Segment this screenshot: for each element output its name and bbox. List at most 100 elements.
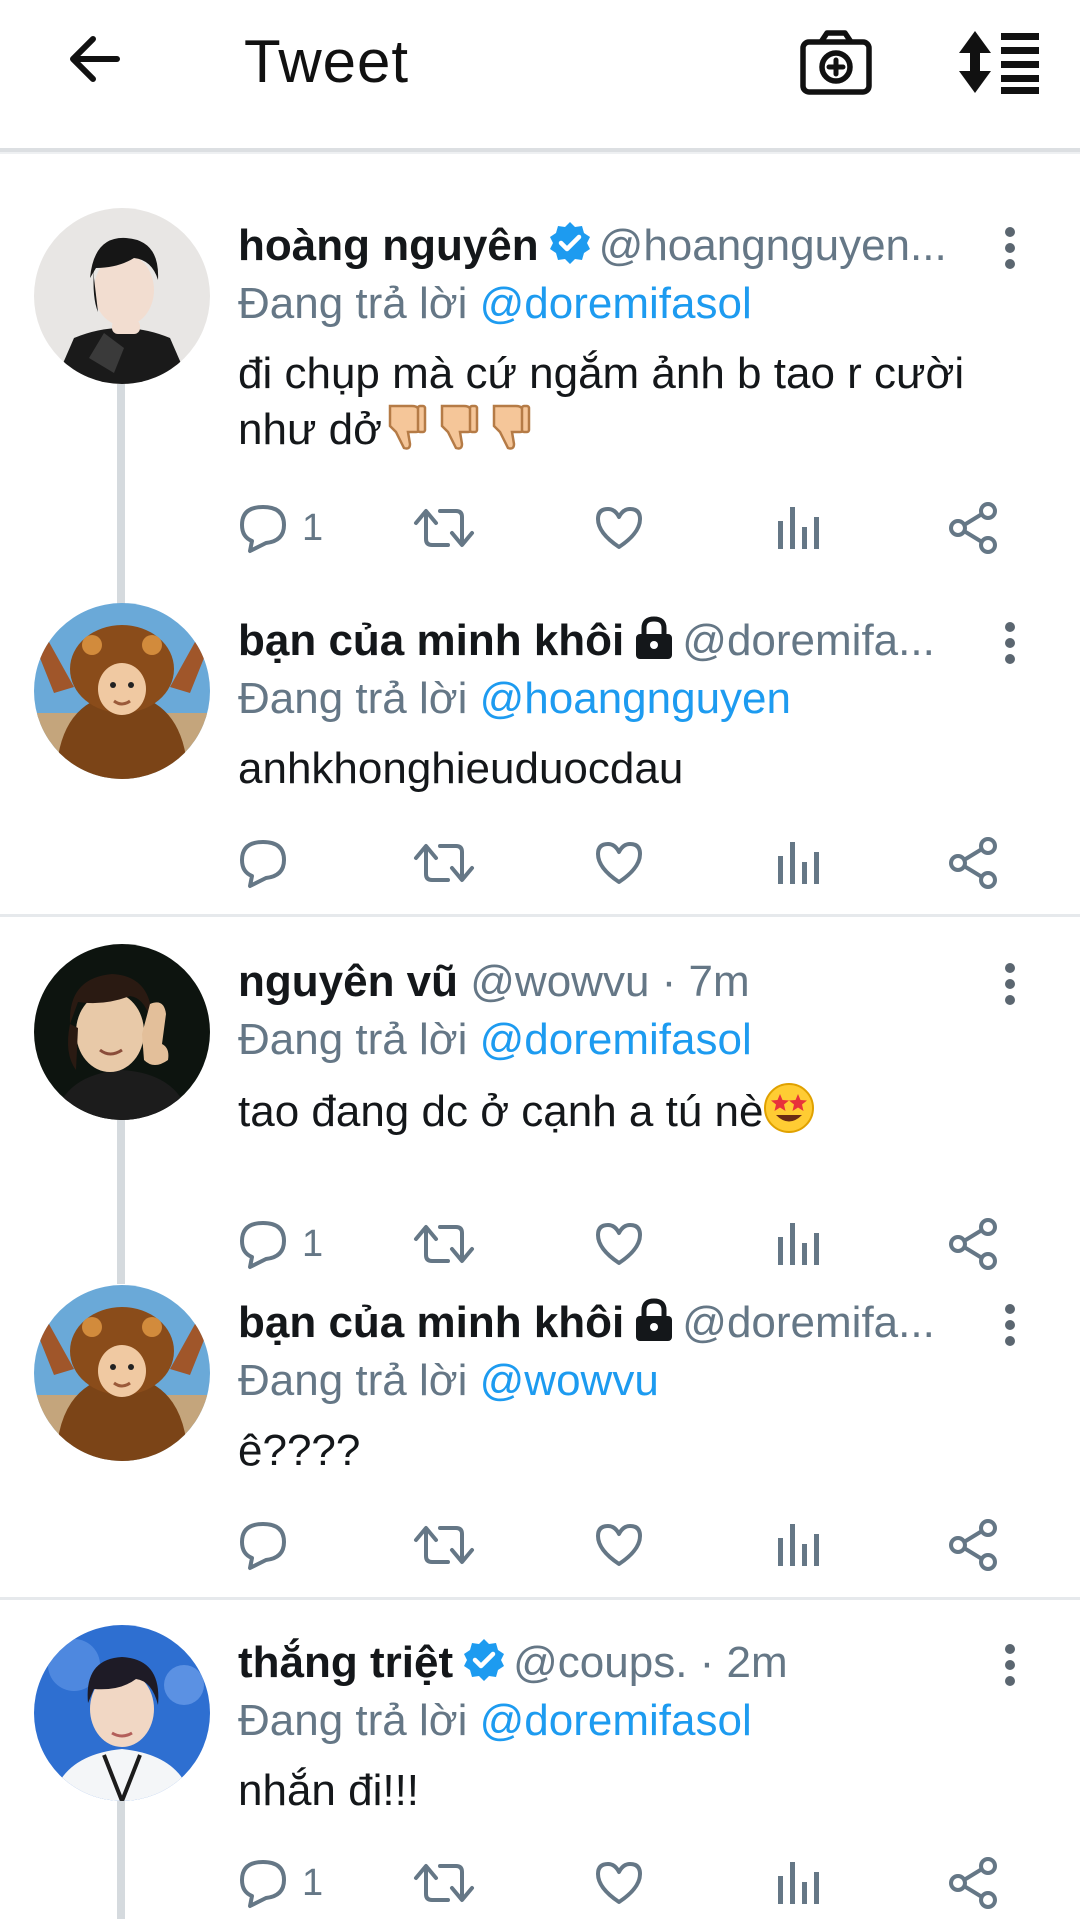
tweet[interactable]: bạn của minh khôi @doremifa... Đang trả l… [0,603,1080,903]
handle: @doremifa... [682,616,935,665]
reply-button[interactable]: 1 [236,1209,323,1279]
tweet[interactable]: thắng triệt @coups. · 2m Đang trả lời @do… [0,1625,1080,1919]
replying-to: Đang trả lời @doremifasol [238,1691,752,1751]
camera-plus-icon [800,30,872,95]
reply-mention[interactable]: @wowvu [480,1356,659,1405]
share-button[interactable] [946,1848,1002,1918]
camera-button[interactable] [796,22,876,102]
more-vertical-icon [1005,1644,1015,1686]
reply-mention[interactable]: @doremifasol [480,1696,752,1745]
views-button[interactable] [770,1209,824,1279]
verified-badge-icon [547,220,593,276]
share-icon [949,1519,997,1571]
handle: @hoangnguyen... [598,221,947,270]
more-vertical-icon [1005,622,1015,664]
handle: @coups. [513,1638,688,1687]
tweet-text-content: nhắn đi!!! [238,1766,420,1815]
views-button[interactable] [770,1848,824,1918]
reply-prefix: Đang trả lời [238,1356,468,1405]
retweet-icon [414,509,474,547]
retweet-button[interactable] [412,1848,476,1918]
tweet-text: tao đang dc ở cạnh a tú nè🤩 [238,1082,1018,1148]
reply-button[interactable]: 1 [236,1848,323,1918]
tweet-header: thắng triệt @coups. · 2m [238,1633,978,1693]
like-button[interactable] [592,828,646,898]
retweet-icon [414,1526,474,1564]
sort-button[interactable] [950,22,1046,102]
tweet[interactable]: nguyên vũ @wowvu · 7m Đang trả lời @dore… [0,944,1080,1284]
share-icon [949,502,997,554]
reply-mention[interactable]: @doremifasol [480,1015,752,1064]
analytics-icon [778,1524,819,1566]
reply-mention[interactable]: @hoangnguyen [480,674,791,723]
analytics-icon [778,507,819,549]
heart-icon [596,507,642,549]
views-button[interactable] [770,828,824,898]
like-button[interactable] [592,1510,646,1580]
reply-prefix: Đang trả lời [238,1015,468,1064]
comment-icon [240,505,286,553]
back-button[interactable] [58,22,132,96]
share-button[interactable] [946,1209,1002,1279]
thread-line [117,1801,125,1919]
views-button[interactable] [770,1510,824,1580]
reply-button[interactable] [236,1510,302,1580]
tweet-text-content: ê???? [238,1426,361,1475]
tweet-text: nhắn đi!!! [238,1763,1018,1819]
reply-button[interactable] [236,828,302,898]
retweet-button[interactable] [412,493,476,563]
retweet-icon [414,1225,474,1263]
more-options-button[interactable] [990,1635,1030,1695]
analytics-icon [778,1223,819,1265]
like-button[interactable] [592,1848,646,1918]
more-options-button[interactable] [990,613,1030,673]
like-button[interactable] [592,493,646,563]
replying-to: Đang trả lời @doremifasol [238,274,752,334]
share-button[interactable] [946,1510,1002,1580]
display-name[interactable]: thắng triệt [238,1638,453,1687]
replying-to: Đang trả lời @doremifasol [238,1010,752,1070]
comment-icon [240,1221,286,1269]
more-vertical-icon [1005,227,1015,269]
reply-button[interactable]: 1 [236,493,323,563]
more-options-button[interactable] [990,218,1030,278]
thread-line [117,384,125,604]
avatar[interactable] [34,1625,210,1801]
retweet-button[interactable] [412,1510,476,1580]
page-title: Tweet [244,28,410,95]
tweet-text-content: tao đang dc ở cạnh a tú nè [238,1087,764,1136]
tweet-header: nguyên vũ @wowvu · 7m [238,952,978,1012]
tweet[interactable]: hoàng nguyên @hoangnguyen... Đang trả lời… [0,208,1080,604]
avatar[interactable] [34,944,210,1120]
retweet-button[interactable] [412,1209,476,1279]
like-button[interactable] [592,1209,646,1279]
tweet-header: bạn của minh khôi @doremifa... [238,611,978,671]
more-options-button[interactable] [990,954,1030,1014]
avatar[interactable] [34,208,210,384]
tweet-actions: 1 [230,1209,1020,1279]
display-name[interactable]: bạn của minh khôi [238,616,624,665]
tweet-text-content: đi chụp mà cứ ngắm ảnh b tao r cười như … [238,349,965,454]
share-button[interactable] [946,493,1002,563]
tweet-actions: 1 [230,493,1020,563]
more-vertical-icon [1005,963,1015,1005]
share-button[interactable] [946,828,1002,898]
retweet-button[interactable] [412,828,476,898]
views-button[interactable] [770,493,824,563]
avatar[interactable] [34,1285,210,1461]
more-options-button[interactable] [990,1295,1030,1355]
replying-to: Đang trả lời @wowvu [238,1351,659,1411]
tweet[interactable]: bạn của minh khôi @doremifa... Đang trả l… [0,1285,1080,1585]
thumbs-down-emoji-icon [486,402,532,466]
verified-badge-icon [461,1637,507,1693]
lock-icon [632,1297,676,1353]
display-name[interactable]: bạn của minh khôi [238,1298,624,1347]
display-name[interactable]: nguyên vũ [238,957,458,1006]
timestamp: · 2m [687,1638,788,1687]
display-name[interactable]: hoàng nguyên [238,221,539,270]
replying-to: Đang trả lời @hoangnguyen [238,669,791,729]
tweet-text: đi chụp mà cứ ngắm ảnh b tao r cười như … [238,346,1018,466]
avatar[interactable] [34,603,210,779]
reply-prefix: Đang trả lời [238,279,468,328]
reply-mention[interactable]: @doremifasol [480,279,752,328]
